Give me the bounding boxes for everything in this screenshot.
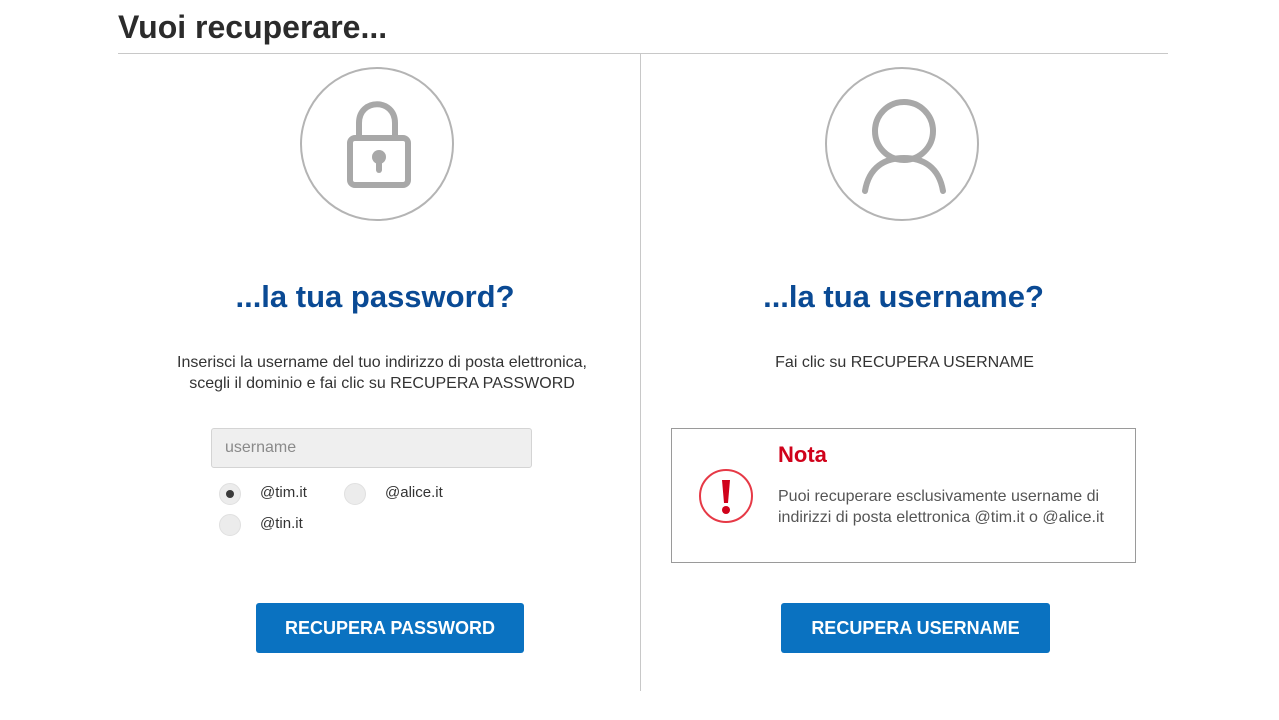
password-instructions-line-2: scegli il dominio e fai clic su RECUPERA…: [189, 375, 575, 392]
domain-radio-tin[interactable]: @tin.it: [219, 513, 303, 537]
radio-button-alice[interactable]: [344, 483, 366, 505]
page-title: Vuoi recuperare...: [118, 9, 388, 45]
exclamation-icon: [699, 469, 753, 523]
radio-label-tin: @tin.it: [260, 514, 303, 532]
radio-label-tim: @tim.it: [260, 483, 307, 501]
password-recovery-section: ...la tua password? Inserisci la usernam…: [118, 54, 640, 691]
username-instructions: Fai clic su RECUPERA USERNAME: [775, 354, 1034, 371]
domain-radio-tim[interactable]: @tim.it: [219, 482, 307, 506]
recover-password-button[interactable]: RECUPERA PASSWORD: [256, 603, 524, 653]
radio-label-alice: @alice.it: [385, 483, 443, 501]
password-heading: ...la tua password?: [235, 279, 515, 314]
recover-username-button[interactable]: RECUPERA USERNAME: [781, 603, 1050, 653]
note-title: Nota: [778, 442, 827, 467]
lock-icon: [300, 67, 454, 221]
radio-button-tim[interactable]: [219, 483, 241, 505]
username-input[interactable]: [211, 428, 532, 468]
radio-button-tin[interactable]: [219, 514, 241, 536]
user-icon: [825, 67, 979, 221]
password-instructions-line-1: Inserisci la username del tuo indirizzo …: [177, 354, 587, 371]
password-instructions: Inserisci la username del tuo indirizzo …: [121, 352, 643, 394]
username-heading: ...la tua username?: [763, 279, 1044, 314]
username-recovery-section: ...la tua username? Fai clic su RECUPERA…: [641, 54, 1168, 691]
note-box: Nota Puoi recuperare esclusivamente user…: [671, 428, 1136, 563]
note-text: Puoi recuperare esclusivamente username …: [778, 488, 1104, 526]
domain-radio-alice[interactable]: @alice.it: [344, 482, 443, 506]
